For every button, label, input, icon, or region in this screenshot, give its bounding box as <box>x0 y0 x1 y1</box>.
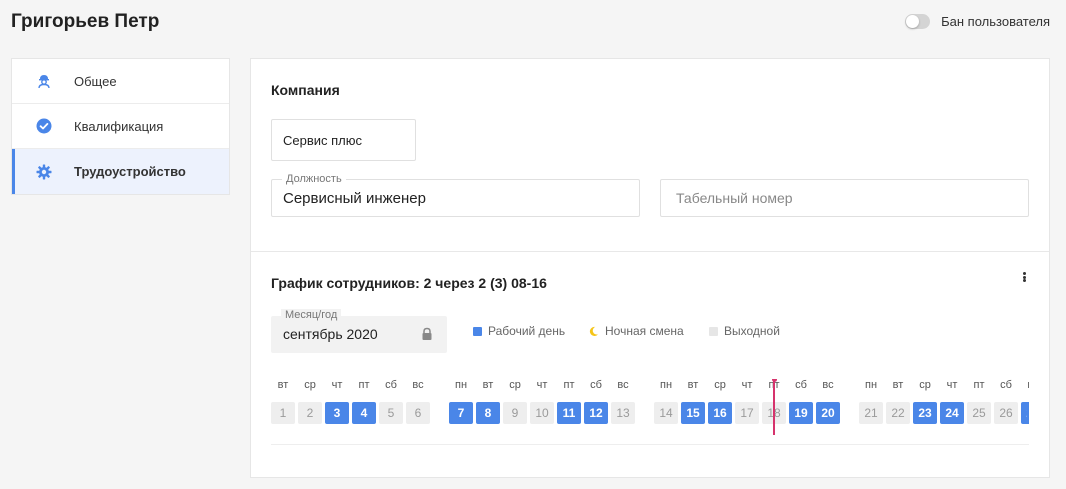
employee-number-field[interactable]: Табельный номер <box>660 179 1029 217</box>
weekday-label: чт <box>536 379 548 391</box>
calendar-day-off[interactable]: 5 <box>379 402 403 424</box>
calendar-day-off[interactable]: 17 <box>735 402 759 424</box>
company-section-title: Компания <box>271 82 340 98</box>
more-dot <box>1022 279 1026 282</box>
weekday-label: вт <box>892 379 904 391</box>
page-title: Григорьев Петр <box>11 11 160 32</box>
calendar-day-work[interactable]: 24 <box>940 402 964 424</box>
lock-icon <box>421 327 433 341</box>
weekday-label: пн <box>864 379 878 391</box>
weekday-label: пт <box>358 379 370 391</box>
calendar-bottom-line <box>271 444 1029 445</box>
weekday-label: вс <box>617 379 629 391</box>
calendar-day-off[interactable]: 26 <box>994 402 1018 424</box>
toggle-knob <box>906 15 920 28</box>
day-off-swatch <box>709 326 718 336</box>
next-day-edge <box>1027 402 1029 424</box>
sidebar-item-employment[interactable]: Трудоустройство <box>12 149 229 194</box>
sidebar-item-label: Квалификация <box>74 118 164 134</box>
weekday-label: ср <box>304 379 316 391</box>
position-label: Должность <box>282 173 346 185</box>
legend-label: Ночная смена <box>605 324 684 338</box>
weekday-label: ср <box>509 379 521 391</box>
section-divider <box>251 251 1049 252</box>
weekday-label: сб <box>385 379 397 391</box>
sidebar-item-label: Трудоустройство <box>74 164 186 179</box>
schedule-calendar[interactable]: вт 1 ср 2 чт 3 пт 4 сб 5 вс 6 пн 7 вт 8 ср 9 чт 10 пт 11 сб 12 в… <box>271 379 1029 449</box>
weekday-label: вс <box>412 379 424 391</box>
weekday-label: чт <box>741 379 753 391</box>
company-value: Сервис плюс <box>283 133 363 148</box>
calendar-day-work[interactable]: 3 <box>325 402 349 424</box>
work-day-swatch <box>473 326 482 336</box>
position-value: Сервисный инженер <box>283 190 426 207</box>
month-year-label: Месяц/год <box>281 309 342 321</box>
month-year-value: сентябрь 2020 <box>283 326 378 342</box>
weekday-label: вс <box>822 379 834 391</box>
ban-user-label: Бан пользователя <box>941 14 1050 29</box>
weekday-label: сб <box>1000 379 1012 391</box>
calendar-day-work[interactable]: 7 <box>449 402 473 424</box>
calendar-day-off[interactable]: 13 <box>611 402 635 424</box>
calendar-day-work[interactable]: 23 <box>913 402 937 424</box>
sidebar: Общее Квалификация Трудоустройство <box>11 58 230 195</box>
weekday-label: сб <box>795 379 807 391</box>
legend-label: Выходной <box>724 324 780 338</box>
weekday-label: сб <box>590 379 602 391</box>
calendar-day-work[interactable]: 8 <box>476 402 500 424</box>
more-options-button[interactable] <box>1019 269 1029 285</box>
calendar-day-off[interactable]: 25 <box>967 402 991 424</box>
weekday-label: вт <box>482 379 494 391</box>
more-dot <box>1022 272 1026 275</box>
schedule-title: График сотрудников: 2 через 2 (3) 08-16 <box>271 275 547 291</box>
sidebar-item-label: Общее <box>74 73 117 89</box>
legend-night-shift: Ночная смена <box>588 324 684 338</box>
main-panel: Компания Сервис плюс Должность Сервисный… <box>250 58 1050 478</box>
weekday-label: пт <box>563 379 575 391</box>
calendar-day-off[interactable]: 1 <box>271 402 295 424</box>
toggle-switch[interactable] <box>905 14 931 29</box>
calendar-day-off[interactable]: 9 <box>503 402 527 424</box>
weekday-label: чт <box>946 379 958 391</box>
today-marker-dot <box>771 379 777 382</box>
legend-work-day: Рабочий день <box>473 324 565 338</box>
weekday-label: пн <box>454 379 468 391</box>
today-marker-line <box>773 379 775 435</box>
weekday-label: ср <box>919 379 931 391</box>
sidebar-item-qualification[interactable]: Квалификация <box>12 104 229 149</box>
weekday-label: чт <box>331 379 343 391</box>
legend-label: Рабочий день <box>488 324 566 338</box>
calendar-day-work[interactable]: 4 <box>352 402 376 424</box>
worker-icon <box>36 73 52 89</box>
weekday-label: пт <box>973 379 985 391</box>
calendar-day-work[interactable]: 16 <box>708 402 732 424</box>
calendar-day-off[interactable]: 22 <box>886 402 910 424</box>
weekday-label: ср <box>714 379 726 391</box>
weekday-label: вт <box>277 379 289 391</box>
position-field[interactable]: Должность Сервисный инженер <box>271 173 640 217</box>
calendar-day-off[interactable]: 21 <box>859 402 883 424</box>
calendar-day-off[interactable]: 6 <box>406 402 430 424</box>
calendar-day-work[interactable]: 19 <box>789 402 813 424</box>
calendar-day-off[interactable]: 10 <box>530 402 554 424</box>
calendar-day-off[interactable]: 14 <box>654 402 678 424</box>
gear-icon <box>36 164 52 180</box>
legend-day-off: Выходной <box>709 324 780 338</box>
weekday-label: пн <box>659 379 673 391</box>
employee-number-placeholder: Табельный номер <box>676 190 793 206</box>
calendar-day-off[interactable]: 2 <box>298 402 322 424</box>
moon-icon <box>588 326 599 337</box>
sidebar-item-general[interactable]: Общее <box>12 59 229 104</box>
calendar-day-work[interactable]: 15 <box>681 402 705 424</box>
check-circle-icon <box>36 118 52 134</box>
calendar-day-work[interactable]: 20 <box>816 402 840 424</box>
company-field[interactable]: Сервис плюс <box>271 119 416 161</box>
weekday-label: вс <box>1021 379 1029 391</box>
ban-user-toggle[interactable]: Бан пользователя <box>905 14 1050 29</box>
month-year-field[interactable]: Месяц/год сентябрь 2020 <box>271 309 447 353</box>
weekday-label: вт <box>687 379 699 391</box>
calendar-day-work[interactable]: 12 <box>584 402 608 424</box>
calendar-day-work[interactable]: 11 <box>557 402 581 424</box>
